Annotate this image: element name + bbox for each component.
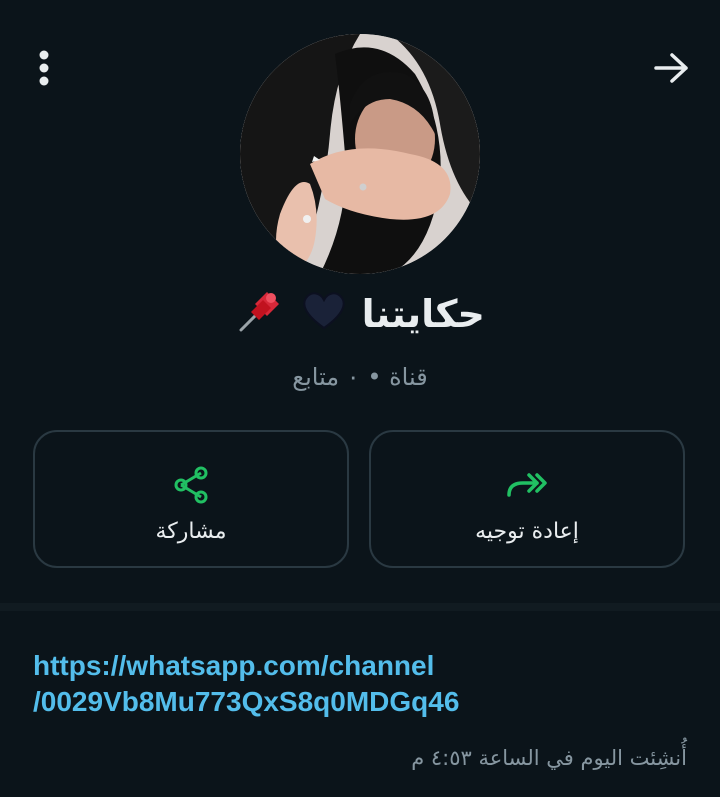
more-options-button[interactable] [24, 40, 64, 96]
more-vertical-icon [39, 50, 49, 86]
channel-link[interactable]: https://whatsapp.com/channel /0029Vb8Mu7… [33, 648, 553, 720]
forward-label: إعادة توجيه [475, 518, 579, 544]
black-heart-icon [302, 290, 346, 343]
share-icon [174, 466, 208, 503]
forward-icon [507, 472, 547, 497]
created-timestamp: أُنشِئت اليوم في الساعة ٤:٥٣ م [411, 746, 687, 770]
channel-link-line1: https://whatsapp.com/channel [33, 650, 435, 681]
channel-name-text: حكايتنا [361, 292, 485, 336]
channel-name: حكايتنا [0, 286, 720, 347]
forward-button[interactable]: إعادة توجيه [369, 430, 685, 568]
share-button[interactable]: مشاركة [33, 430, 349, 568]
share-label: مشاركة [155, 518, 227, 544]
back-button[interactable] [648, 44, 696, 92]
section-divider [0, 603, 720, 611]
arrow-right-icon [654, 53, 688, 83]
channel-link-line2: /0029Vb8Mu773QxS8q0MDGq46 [33, 686, 460, 717]
channel-subtitle: قناة • ٠ متابع [292, 363, 428, 391]
avatar-photo [240, 34, 480, 274]
channel-avatar[interactable] [240, 34, 480, 274]
pushpin-icon [237, 286, 285, 347]
